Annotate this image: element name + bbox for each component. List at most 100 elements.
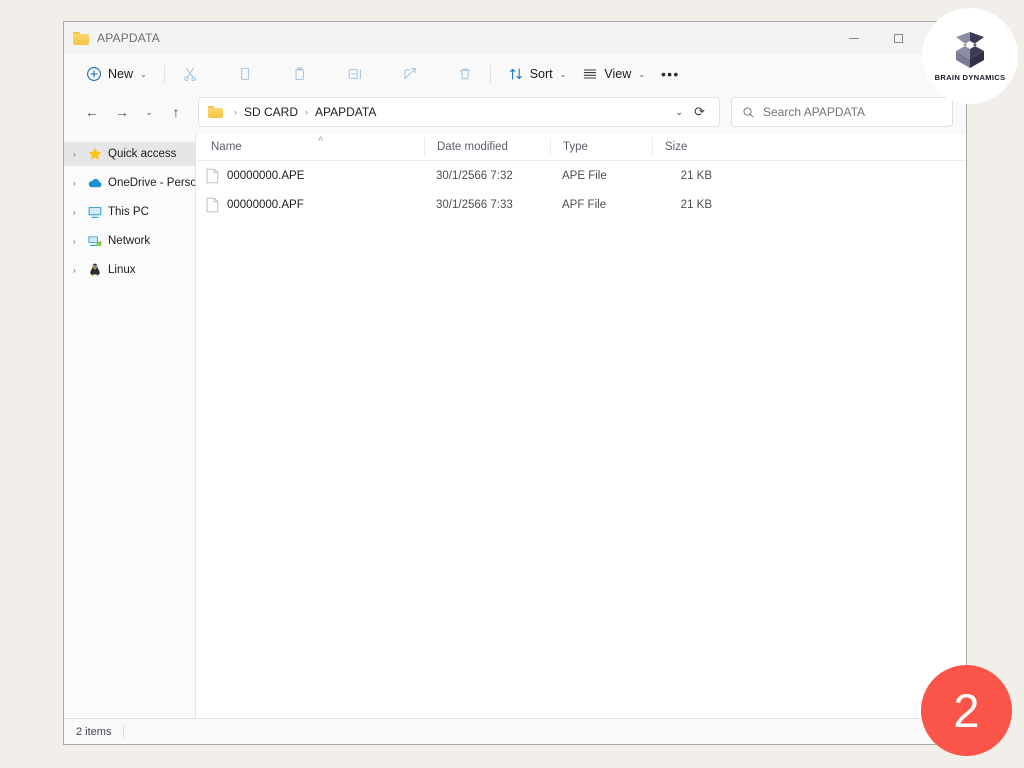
sort-arrows-icon bbox=[509, 68, 522, 80]
brand-logo: BRAIN DYNAMICS bbox=[922, 8, 1018, 104]
breadcrumb-separator-0: › bbox=[234, 107, 237, 117]
navigation-pane: › Quick access › OneDrive - Persona › bbox=[64, 134, 196, 718]
title-bar: APAPDATA ✕ bbox=[64, 22, 966, 54]
chevron-down-icon: ⌄ bbox=[140, 69, 147, 79]
sort-button-label: Sort bbox=[529, 67, 553, 81]
more-options-button[interactable]: ••• bbox=[653, 60, 688, 88]
sidebar-item-onedrive[interactable]: › OneDrive - Persona bbox=[64, 171, 195, 195]
toolbar-separator-2 bbox=[489, 65, 491, 83]
file-explorer-window: APAPDATA ✕ New ⌄ bbox=[63, 21, 967, 745]
chevron-down-icon-sort: ⌄ bbox=[559, 69, 567, 79]
sidebar-item-linux[interactable]: › Linux bbox=[64, 258, 195, 282]
view-button-label: View bbox=[604, 67, 632, 81]
column-header-date-modified[interactable]: Date modified bbox=[424, 138, 550, 156]
status-bar: 2 items bbox=[64, 718, 966, 744]
sidebar-item-label-onedrive: OneDrive - Persona bbox=[108, 177, 195, 189]
file-name-cell: 00000000.APF bbox=[196, 196, 424, 214]
penguin-icon bbox=[90, 263, 100, 277]
window-title: APAPDATA bbox=[97, 31, 160, 45]
column-header-size[interactable]: Size bbox=[652, 138, 724, 156]
share-icon bbox=[404, 68, 416, 80]
delete-button[interactable] bbox=[449, 60, 481, 88]
search-icon bbox=[743, 107, 754, 117]
window-body: › Quick access › OneDrive - Persona › bbox=[64, 134, 966, 718]
table-row[interactable]: 00000000.APE 30/1/2566 7:32 APE File 21 … bbox=[196, 161, 966, 190]
chevron-right-icon[interactable]: › bbox=[73, 150, 82, 159]
brand-name-label: BRAIN DYNAMICS bbox=[934, 73, 1006, 82]
sidebar-item-label-network: Network bbox=[108, 235, 151, 247]
sidebar-item-quick-access[interactable]: › Quick access bbox=[64, 142, 195, 166]
folder-icon bbox=[73, 31, 89, 45]
cloud-icon bbox=[88, 178, 102, 188]
maximize-button[interactable] bbox=[876, 22, 921, 54]
screen: APAPDATA ✕ New ⌄ bbox=[0, 0, 1024, 768]
title-bar-left: APAPDATA bbox=[64, 31, 160, 45]
new-button[interactable]: New ⌄ bbox=[78, 60, 155, 88]
minimize-button[interactable] bbox=[831, 22, 876, 54]
network-icon bbox=[88, 236, 102, 247]
column-header-name[interactable]: Name bbox=[196, 138, 424, 156]
breadcrumb-separator-1: › bbox=[305, 107, 309, 117]
file-icon bbox=[206, 168, 219, 183]
monitor-icon bbox=[88, 207, 102, 219]
sidebar-item-label-this-pc: This PC bbox=[108, 206, 149, 218]
sidebar-item-label-linux: Linux bbox=[108, 264, 136, 276]
table-row[interactable]: 00000000.APF 30/1/2566 7:33 APF File 21 … bbox=[196, 190, 966, 219]
breadcrumb-folder-icon bbox=[208, 106, 223, 118]
file-list-pane: Name Date modified Type Size ˄ 00000000.… bbox=[196, 134, 966, 718]
sidebar-item-network[interactable]: › Network bbox=[64, 229, 195, 253]
item-count-label: 2 items bbox=[76, 725, 112, 738]
file-type-cell: APE File bbox=[562, 169, 607, 182]
back-button[interactable]: ← bbox=[77, 98, 107, 126]
breadcrumb-item-1[interactable]: APAPDATA bbox=[315, 105, 376, 119]
breadcrumb[interactable]: › SD CARD › APAPDATA ⌄ ⟳ bbox=[198, 97, 720, 127]
file-date-cell: 30/1/2566 7:33 bbox=[436, 198, 513, 211]
refresh-button[interactable]: ⟳ bbox=[692, 104, 713, 120]
chevron-right-icon-network[interactable]: › bbox=[73, 237, 82, 246]
plus-circle-icon bbox=[87, 67, 101, 81]
command-toolbar: New ⌄ Sort ⌄ View ⌄ ••• bbox=[64, 54, 966, 94]
status-divider bbox=[123, 725, 125, 738]
file-date-cell: 30/1/2566 7:32 bbox=[436, 169, 513, 182]
copy-icon bbox=[240, 67, 249, 80]
paste-icon bbox=[295, 67, 304, 80]
copy-button[interactable] bbox=[229, 60, 261, 88]
new-button-label: New bbox=[108, 67, 134, 81]
search-box[interactable]: Search APAPDATA bbox=[731, 97, 953, 127]
rename-button[interactable] bbox=[339, 60, 371, 88]
breadcrumb-item-0[interactable]: SD CARD bbox=[244, 105, 298, 119]
file-icon bbox=[206, 197, 219, 212]
recent-locations-button[interactable]: ⌄ bbox=[137, 98, 161, 126]
paste-button[interactable] bbox=[284, 60, 316, 88]
file-name-text: 00000000.APF bbox=[227, 198, 304, 211]
chevron-right-icon-onedrive[interactable]: › bbox=[73, 179, 82, 188]
step-badge-number: 2 bbox=[953, 684, 980, 737]
breadcrumb-dropdown-icon[interactable]: ⌄ bbox=[667, 107, 693, 118]
file-type-cell: APF File bbox=[562, 198, 607, 211]
address-bar: ← → ⌄ ↑ › SD CARD › APAPDATA ⌄ ⟳ Search … bbox=[64, 94, 966, 134]
file-size-cell: 21 KB bbox=[680, 169, 712, 182]
star-icon bbox=[88, 147, 102, 160]
chevron-right-icon-this-pc[interactable]: › bbox=[73, 208, 82, 217]
rename-icon bbox=[348, 69, 361, 79]
column-header-type[interactable]: Type bbox=[550, 138, 652, 156]
trash-icon bbox=[459, 68, 470, 80]
file-name-cell: 00000000.APE bbox=[196, 167, 424, 185]
chevron-right-icon-linux[interactable]: › bbox=[73, 266, 82, 275]
sort-ascending-icon: ˄ bbox=[318, 134, 324, 144]
ellipsis-icon: ••• bbox=[660, 66, 680, 82]
up-button[interactable]: ↑ bbox=[161, 98, 191, 126]
view-lines-icon bbox=[584, 69, 597, 79]
file-size-cell: 21 KB bbox=[680, 198, 712, 211]
sort-button[interactable]: Sort ⌄ bbox=[500, 60, 575, 88]
brand-mark-icon bbox=[956, 32, 984, 68]
cut-button[interactable] bbox=[174, 60, 206, 88]
file-name-text: 00000000.APE bbox=[227, 169, 305, 182]
search-input[interactable]: Search APAPDATA bbox=[763, 105, 865, 119]
chevron-down-icon-view: ⌄ bbox=[638, 69, 645, 79]
view-button[interactable]: View ⌄ bbox=[574, 60, 653, 88]
forward-button[interactable]: → bbox=[107, 98, 137, 126]
sidebar-item-this-pc[interactable]: › This PC bbox=[64, 200, 195, 224]
sidebar-item-label-quick-access: Quick access bbox=[108, 148, 177, 160]
share-button[interactable] bbox=[394, 60, 426, 88]
